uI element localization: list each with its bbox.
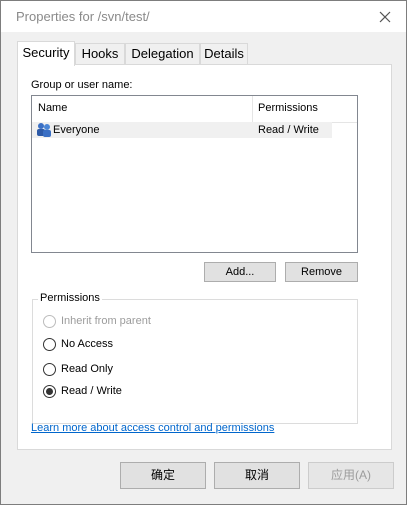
ok-button[interactable]: 确定 bbox=[120, 462, 206, 489]
list-header: Name Permissions bbox=[32, 96, 357, 123]
permissions-group: Permissions Inherit from parent No Acces… bbox=[32, 292, 358, 424]
learn-more-link[interactable]: Learn more about access control and perm… bbox=[31, 422, 274, 434]
add-button[interactable]: Add... bbox=[204, 262, 276, 282]
inherit-radio[interactable] bbox=[43, 315, 56, 328]
column-permissions[interactable]: Permissions bbox=[258, 102, 318, 114]
list-item-permissions: Read / Write bbox=[258, 124, 319, 136]
close-icon bbox=[379, 11, 391, 23]
cancel-button[interactable]: 取消 bbox=[214, 462, 300, 489]
list-item-name: Everyone bbox=[53, 124, 100, 136]
read-only-label: Read Only bbox=[61, 363, 113, 375]
column-divider[interactable] bbox=[252, 96, 253, 122]
column-name[interactable]: Name bbox=[38, 102, 67, 114]
no-access-label: No Access bbox=[61, 338, 113, 350]
group-or-user-label: Group or user name: bbox=[31, 79, 133, 91]
inherit-label: Inherit from parent bbox=[61, 315, 151, 327]
read-write-radio[interactable] bbox=[43, 385, 56, 398]
title-bar: Properties for /svn/test/ bbox=[1, 1, 406, 32]
tab-details[interactable]: Details bbox=[200, 43, 248, 64]
permissions-group-title: Permissions bbox=[38, 292, 102, 304]
remove-button[interactable]: Remove bbox=[285, 262, 358, 282]
window-title: Properties for /svn/test/ bbox=[16, 9, 150, 24]
close-button[interactable] bbox=[374, 6, 396, 28]
read-write-label: Read / Write bbox=[61, 385, 122, 397]
no-access-radio[interactable] bbox=[43, 338, 56, 351]
user-list[interactable]: Name Permissions Everyone Read / Write bbox=[31, 95, 358, 253]
list-item[interactable]: Everyone Read / Write bbox=[32, 122, 332, 138]
tab-delegation[interactable]: Delegation bbox=[125, 43, 200, 64]
properties-dialog: Properties for /svn/test/ Security Hooks… bbox=[0, 0, 407, 505]
security-panel: Group or user name: Name Permissions Eve… bbox=[17, 64, 392, 450]
tab-security[interactable]: Security bbox=[17, 41, 75, 66]
apply-button[interactable]: 应用(A) bbox=[308, 462, 394, 489]
tab-hooks[interactable]: Hooks bbox=[75, 43, 125, 64]
users-group-icon bbox=[37, 123, 51, 137]
read-only-radio[interactable] bbox=[43, 363, 56, 376]
